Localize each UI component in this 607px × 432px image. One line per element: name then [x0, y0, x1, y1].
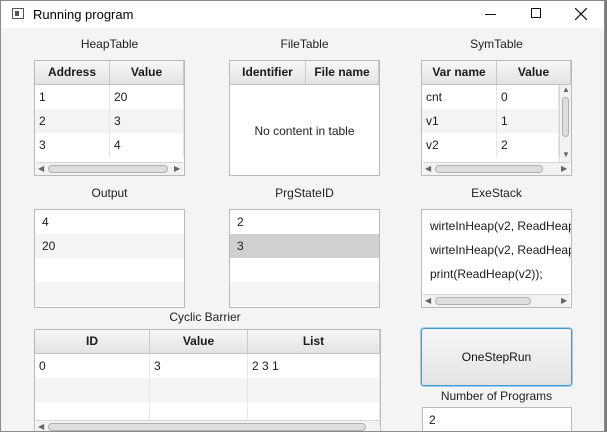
table-row[interactable]: cnt 0 [422, 85, 571, 109]
sym-horizontal-scrollbar[interactable]: ◀ ▶ [423, 162, 570, 175]
heap-table-header: Address Value [35, 61, 184, 85]
file-table-header: Identifier File name [230, 61, 379, 85]
heap-cell: 3 [110, 109, 184, 133]
heap-table-label: HeapTable [80, 37, 139, 51]
list-item[interactable]: wirteInHeap(v2, ReadHeap(v2) [422, 238, 571, 262]
list-item[interactable]: 20 [35, 234, 184, 258]
scrollbar-thumb[interactable] [48, 423, 366, 431]
scroll-down-icon[interactable]: ▼ [562, 149, 570, 161]
scroll-up-icon[interactable]: ▲ [562, 84, 570, 96]
number-of-programs-field[interactable]: 2 [422, 407, 572, 431]
table-row[interactable]: 2 3 [35, 109, 184, 133]
table-row[interactable]: v2 2 [422, 133, 571, 157]
minimize-icon [485, 14, 496, 15]
sym-cell: v2 [422, 133, 497, 157]
heap-table[interactable]: Address Value 1 20 2 3 3 4 ◀ ▶ [34, 60, 185, 176]
table-row-empty [35, 378, 380, 402]
exe-stack-label: ExeStack [471, 186, 522, 200]
scroll-right-icon[interactable]: ▶ [561, 163, 567, 175]
scroll-left-icon[interactable]: ◀ [425, 163, 431, 175]
window-title: Running program [33, 7, 134, 22]
heap-cell: 3 [35, 133, 110, 157]
barrier-horizontal-scrollbar[interactable]: ◀ [36, 420, 379, 431]
close-icon [575, 8, 587, 20]
file-column-file-name[interactable]: File name [306, 61, 379, 84]
table-row[interactable]: v1 1 [422, 109, 571, 133]
scroll-left-icon[interactable]: ◀ [425, 295, 431, 307]
sym-cell: v1 [422, 109, 497, 133]
scroll-left-icon[interactable]: ◀ [38, 163, 44, 175]
prg-state-id-list[interactable]: 2 3 [229, 209, 380, 308]
table-row[interactable]: 3 4 [35, 133, 184, 157]
scrollbar-thumb[interactable] [435, 297, 531, 305]
sym-table[interactable]: Var name Value cnt 0 v1 1 v2 2 ▲ ▼ ◀ ▶ [421, 60, 572, 176]
list-item[interactable]: 4 [35, 210, 184, 234]
prg-state-id-label: PrgStateID [275, 186, 334, 200]
sym-table-label: SymTable [470, 37, 523, 51]
sym-cell: 0 [497, 85, 559, 109]
maximize-icon [531, 8, 541, 18]
list-item[interactable]: print(ReadHeap(v2)); [422, 262, 571, 286]
list-item-selected[interactable]: 3 [230, 234, 379, 258]
list-item[interactable]: 2 [230, 210, 379, 234]
scroll-left-icon[interactable]: ◀ [38, 421, 44, 431]
table-row[interactable]: 0 3 2 3 1 [35, 354, 380, 378]
output-list[interactable]: 4 20 [34, 209, 185, 308]
cyclic-barrier-table[interactable]: ID Value List 0 3 2 3 1 ◀ [34, 329, 381, 431]
one-step-run-button[interactable]: OneStepRun [421, 328, 572, 386]
list-item[interactable]: wirteInHeap(v2, ReadHeap(v2) [422, 214, 571, 238]
sym-column-var-name[interactable]: Var name [422, 61, 497, 84]
title-bar: Running program [1, 1, 604, 28]
barrier-cell: 3 [150, 354, 248, 378]
barrier-table-header: ID Value List [35, 330, 380, 354]
sym-cell: 1 [497, 109, 559, 133]
file-table-empty-message: No content in table [254, 124, 355, 138]
barrier-cell: 0 [35, 354, 150, 378]
sym-table-header: Var name Value [422, 61, 571, 85]
sym-vertical-scrollbar[interactable]: ▲ ▼ [559, 85, 571, 162]
sym-cell: 2 [497, 133, 559, 157]
exe-horizontal-scrollbar[interactable]: ◀ ▶ [423, 294, 570, 307]
barrier-column-value[interactable]: Value [150, 330, 248, 353]
list-item-empty [35, 258, 184, 282]
list-item-empty [230, 282, 379, 306]
barrier-column-list[interactable]: List [248, 330, 380, 353]
file-table[interactable]: Identifier File name No content in table [229, 60, 380, 176]
sym-column-value[interactable]: Value [497, 61, 571, 84]
table-row[interactable]: 1 20 [35, 85, 184, 109]
barrier-cell: 2 3 1 [248, 354, 380, 378]
heap-cell: 2 [35, 109, 110, 133]
file-column-identifier[interactable]: Identifier [230, 61, 306, 84]
list-item-empty [35, 282, 184, 306]
heap-cell: 20 [110, 85, 184, 109]
scroll-right-icon[interactable]: ▶ [561, 295, 567, 307]
sym-cell: cnt [422, 85, 497, 109]
scrollbar-thumb[interactable] [435, 165, 543, 173]
maximize-button[interactable] [513, 1, 559, 28]
heap-horizontal-scrollbar[interactable]: ◀ ▶ [36, 162, 183, 175]
file-table-label: FileTable [280, 37, 329, 51]
close-button[interactable] [558, 1, 604, 28]
heap-cell: 4 [110, 133, 184, 157]
exe-stack-list[interactable]: wirteInHeap(v2, ReadHeap(v2) wirteInHeap… [421, 209, 572, 308]
list-item-empty [230, 258, 379, 282]
app-icon [12, 8, 24, 19]
scrollbar-thumb[interactable] [48, 165, 168, 173]
heap-column-address[interactable]: Address [35, 61, 110, 84]
output-label: Output [91, 186, 128, 200]
barrier-column-id[interactable]: ID [35, 330, 150, 353]
heap-cell: 1 [35, 85, 110, 109]
minimize-button[interactable] [468, 1, 514, 28]
cyclic-barrier-label: Cyclic Barrier [169, 310, 241, 324]
scroll-right-icon[interactable]: ▶ [174, 163, 180, 175]
scrollbar-thumb[interactable] [562, 97, 569, 137]
heap-column-value[interactable]: Value [110, 61, 184, 84]
number-of-programs-label: Number of Programs [440, 389, 553, 403]
running-program-window: Running program HeapTable Address Value … [0, 0, 605, 432]
